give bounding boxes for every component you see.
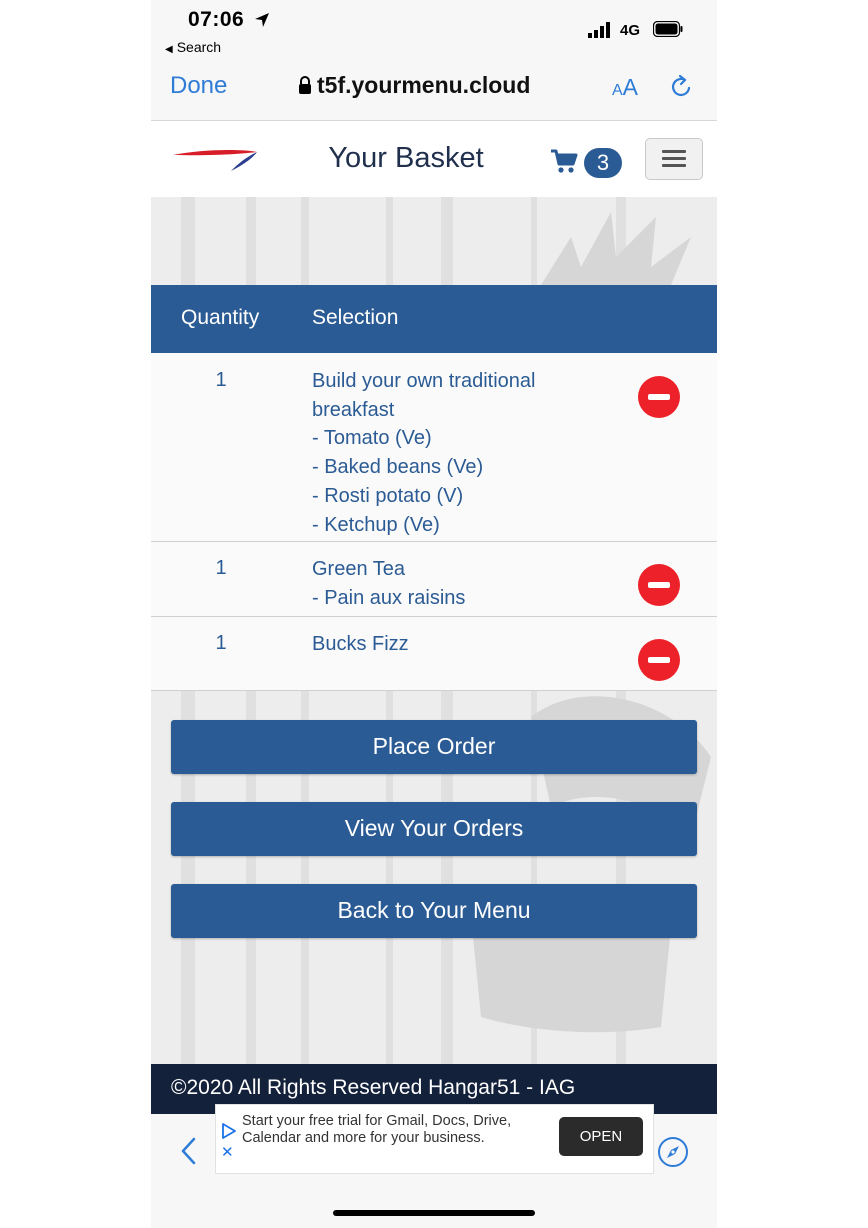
selection-line: - Pain aux raisins (312, 586, 466, 609)
view-orders-button[interactable]: View Your Orders (171, 802, 697, 856)
selection-line: - Tomato (Ve) (312, 427, 432, 450)
item-selection: Build your own traditional breakfast - T… (312, 367, 612, 539)
basket-row: 1 Bucks Fizz (151, 617, 717, 691)
selection-line: Bucks Fizz (312, 633, 409, 655)
remove-item-icon[interactable] (638, 564, 680, 606)
basket-row: 1 Green Tea - Pain aux raisins (151, 542, 717, 617)
selection-line: Green Tea (312, 558, 406, 580)
reload-icon[interactable] (668, 74, 694, 100)
ad-banner[interactable]: ✕ Start your free trial for Gmail, Docs,… (215, 1104, 654, 1174)
site-header: Your Basket 3 (151, 121, 717, 197)
selection-line: breakfast (312, 398, 395, 421)
place-order-button[interactable]: Place Order (171, 720, 697, 774)
item-selection: Bucks Fizz (312, 630, 612, 659)
basket-row: 1 Build your own traditional breakfast -… (151, 353, 717, 542)
selection-line: - Baked beans (Ve) (312, 456, 484, 479)
cart-count-badge[interactable]: 3 (584, 148, 622, 178)
battery-icon (653, 21, 683, 37)
phone-screen: 07:06 ◀ Search 4G Done t5f.yourmenu.clou… (151, 0, 717, 1228)
status-time: 07:06 (188, 8, 245, 31)
ad-choices-icon[interactable] (221, 1122, 237, 1140)
ad-text-line: Calendar and more for your business. (242, 1130, 485, 1146)
selection-line: - Rosti potato (V) (312, 484, 464, 507)
basket-table-header: Quantity Selection (151, 285, 717, 353)
ad-text-line: Start your free trial for Gmail, Docs, D… (242, 1113, 512, 1129)
home-indicator[interactable] (333, 1210, 535, 1216)
item-selection: Green Tea - Pain aux raisins (312, 555, 612, 612)
item-quantity: 1 (215, 369, 227, 391)
ad-open-button[interactable]: OPEN (559, 1117, 643, 1156)
selection-column-header: Selection (312, 306, 399, 329)
text-size-small: A (612, 82, 623, 99)
back-to-app[interactable]: ◀ Search (165, 39, 221, 55)
ad-text: Start your free trial for Gmail, Docs, D… (242, 1113, 542, 1147)
status-bar: 07:06 ◀ Search 4G (151, 0, 717, 60)
text-size-button[interactable]: AA (612, 74, 638, 101)
back-to-menu-button[interactable]: Back to Your Menu (171, 884, 697, 938)
selection-line: Build your own traditional (312, 370, 536, 392)
url-field[interactable]: t5f.yourmenu.cloud (299, 72, 531, 99)
browser-bottom-bar: ✕ Start your free trial for Gmail, Docs,… (151, 1104, 717, 1228)
remove-item-icon[interactable] (638, 376, 680, 418)
back-app-label: Search (176, 39, 222, 55)
network-type: 4G (620, 22, 641, 39)
item-quantity: 1 (215, 632, 227, 654)
copyright-text: ©2020 All Rights Reserved Hangar51 - IAG (171, 1076, 576, 1099)
lock-icon (299, 76, 311, 94)
cart-icon[interactable] (550, 148, 578, 174)
quantity-column-header: Quantity (181, 306, 260, 329)
location-arrow-icon (255, 13, 269, 27)
text-size-large: A (622, 74, 639, 100)
item-quantity: 1 (215, 557, 227, 579)
hamburger-menu-icon[interactable] (645, 138, 703, 180)
remove-item-icon[interactable] (638, 639, 680, 681)
browser-toolbar: Done t5f.yourmenu.cloud AA (151, 62, 717, 121)
compass-icon[interactable] (657, 1136, 689, 1168)
url-text: t5f.yourmenu.cloud (317, 72, 531, 98)
done-button[interactable]: Done (170, 72, 227, 100)
signal-icon (588, 22, 610, 38)
selection-line: - Ketchup (Ve) (312, 513, 440, 536)
back-chevron-icon[interactable] (179, 1136, 199, 1166)
back-triangle-icon: ◀ (165, 44, 173, 55)
close-ad-icon[interactable]: ✕ (221, 1143, 234, 1161)
